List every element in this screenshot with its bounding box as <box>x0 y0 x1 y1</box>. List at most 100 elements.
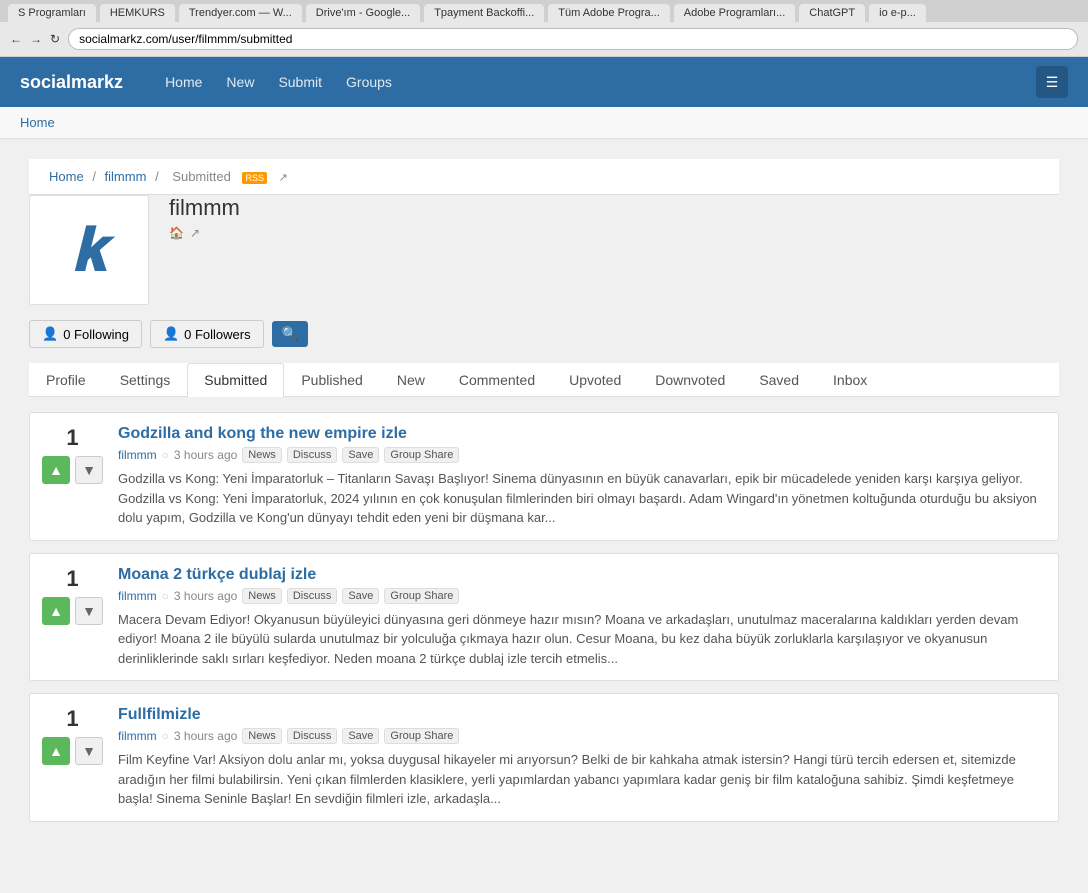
vote-buttons-1: ▲ ▼ <box>42 456 103 484</box>
upvote-3[interactable]: ▲ <box>42 737 70 765</box>
post-excerpt-3: Film Keyfine Var! Aksiyon dolu anlar mı,… <box>118 750 1046 809</box>
post-body-3: Fullfilmizle filmmm ○ 3 hours ago News D… <box>118 706 1046 809</box>
post-item-3: 1 ▲ ▼ Fullfilmizle filmmm ○ 3 hours ago … <box>29 693 1059 822</box>
avatar-logo: 𝐤 <box>72 215 106 285</box>
page-content: Home / filmmm / Submitted RSS ↗ 𝐤 filmmm… <box>9 139 1079 854</box>
profile-external-icon[interactable]: ↗ <box>190 226 200 240</box>
browser-bar: ← → ↻ <box>0 22 1088 57</box>
nav-groups[interactable]: Groups <box>334 57 404 107</box>
post-item: 1 ▲ ▼ Godzilla and kong the new empire i… <box>29 412 1059 541</box>
upvote-2[interactable]: ▲ <box>42 597 70 625</box>
nav-new[interactable]: New <box>214 57 266 107</box>
post-title-2[interactable]: Moana 2 türkçe dublaj izle <box>118 566 1046 584</box>
vote-count-2: 1 <box>66 566 78 592</box>
post-category-1[interactable]: News <box>242 447 282 463</box>
tab-submitted[interactable]: Submitted <box>187 363 284 397</box>
url-bar[interactable] <box>68 28 1078 50</box>
breadcrumb-page-home[interactable]: Home <box>49 169 84 184</box>
post-discuss-2[interactable]: Discuss <box>287 588 338 604</box>
tab-tpayment[interactable]: Tpayment Backoffi... <box>424 4 544 22</box>
post-group-2[interactable]: Group Share <box>384 588 459 604</box>
vote-count-3: 1 <box>66 706 78 732</box>
following-button[interactable]: 👤 0 Following <box>29 320 142 348</box>
profile-info: filmmm 🏠 ↗ <box>169 195 240 240</box>
search-button[interactable]: 🔍 <box>272 321 309 347</box>
top-nav: socialmarkz Home New Submit Groups ☰ <box>0 57 1088 107</box>
upvote-1[interactable]: ▲ <box>42 456 70 484</box>
post-meta-2: filmmm ○ 3 hours ago News Discuss Save G… <box>118 588 1046 604</box>
post-author-2[interactable]: filmmm <box>118 589 157 603</box>
external-link-icon[interactable]: ↗ <box>279 172 288 184</box>
post-meta-1: filmmm ○ 3 hours ago News Discuss Save G… <box>118 447 1046 463</box>
tab-io[interactable]: io e-p... <box>869 4 926 22</box>
tab-downvoted[interactable]: Downvoted <box>638 363 742 396</box>
vote-box-3: 1 ▲ ▼ <box>42 706 103 765</box>
vote-box-2: 1 ▲ ▼ <box>42 566 103 625</box>
tab-new[interactable]: New <box>380 363 442 396</box>
vote-count-1: 1 <box>66 425 78 451</box>
post-category-3[interactable]: News <box>242 728 282 744</box>
post-discuss-1[interactable]: Discuss <box>287 447 338 463</box>
breadcrumb-home-link[interactable]: Home <box>20 115 55 130</box>
tab-profile[interactable]: Profile <box>29 363 103 396</box>
profile-home-icon[interactable]: 🏠 <box>169 226 184 240</box>
tab-saved[interactable]: Saved <box>742 363 816 396</box>
rss-icon[interactable]: RSS <box>242 172 267 184</box>
followers-button[interactable]: 👤 0 Followers <box>150 320 264 348</box>
tab-chatgpt[interactable]: ChatGPT <box>799 4 865 22</box>
post-author-3[interactable]: filmmm <box>118 729 157 743</box>
post-time-1: 3 hours ago <box>174 448 237 462</box>
post-group-3[interactable]: Group Share <box>384 728 459 744</box>
tab-adobe-all[interactable]: Tüm Adobe Progra... <box>548 4 670 22</box>
refresh-icon[interactable]: ↻ <box>50 32 60 46</box>
post-time-3: 3 hours ago <box>174 729 237 743</box>
profile-links: 🏠 ↗ <box>169 226 240 240</box>
browser-tabs: S Programları HEMKURS Trendyer.com — W..… <box>0 0 1088 22</box>
tab-settings[interactable]: Settings <box>103 363 188 396</box>
forward-icon[interactable]: → <box>30 32 42 46</box>
followers-label: 0 Followers <box>184 327 250 342</box>
post-excerpt-2: Macera Devam Ediyor! Okyanusun büyüleyic… <box>118 610 1046 669</box>
post-title-1[interactable]: Godzilla and kong the new empire izle <box>118 425 1046 443</box>
following-label: 0 Following <box>63 327 129 342</box>
vote-buttons-2: ▲ ▼ <box>42 597 103 625</box>
downvote-2[interactable]: ▼ <box>75 597 103 625</box>
tab-inbox[interactable]: Inbox <box>816 363 884 396</box>
post-save-2[interactable]: Save <box>342 588 379 604</box>
follow-bar: 👤 0 Following 👤 0 Followers 🔍 <box>29 320 1059 348</box>
tab-upvoted[interactable]: Upvoted <box>552 363 638 396</box>
profile-username: filmmm <box>169 195 240 221</box>
post-save-1[interactable]: Save <box>342 447 379 463</box>
downvote-3[interactable]: ▼ <box>75 737 103 765</box>
followers-icon: 👤 <box>163 326 179 342</box>
profile-tabs: Profile Settings Submitted Published New… <box>29 363 1059 397</box>
post-author-1[interactable]: filmmm <box>118 448 157 462</box>
tab-trendyer[interactable]: Trendyer.com — W... <box>179 4 302 22</box>
tab-published[interactable]: Published <box>284 363 380 396</box>
posts-list: 1 ▲ ▼ Godzilla and kong the new empire i… <box>29 412 1059 822</box>
tab-adobe[interactable]: Adobe Programları... <box>674 4 796 22</box>
post-title-3[interactable]: Fullfilmizle <box>118 706 1046 724</box>
breadcrumb-page-user[interactable]: filmmm <box>105 169 147 184</box>
post-save-3[interactable]: Save <box>342 728 379 744</box>
downvote-1[interactable]: ▼ <box>75 456 103 484</box>
post-category-2[interactable]: News <box>242 588 282 604</box>
user-menu-icon[interactable]: ☰ <box>1036 66 1068 98</box>
tab-drive[interactable]: Drive'ım - Google... <box>306 4 420 22</box>
nav-submit[interactable]: Submit <box>266 57 334 107</box>
back-icon[interactable]: ← <box>10 32 22 46</box>
vote-box-1: 1 ▲ ▼ <box>42 425 103 484</box>
tab-hemkurs[interactable]: HEMKURS <box>100 4 175 22</box>
search-icon: 🔍 <box>282 326 299 341</box>
post-discuss-3[interactable]: Discuss <box>287 728 338 744</box>
breadcrumb-bar: Home <box>0 107 1088 139</box>
breadcrumb-page: Home / filmmm / Submitted RSS ↗ <box>29 159 1059 195</box>
post-body-2: Moana 2 türkçe dublaj izle filmmm ○ 3 ho… <box>118 566 1046 669</box>
post-item-2: 1 ▲ ▼ Moana 2 türkçe dublaj izle filmmm … <box>29 553 1059 682</box>
tab-s-programlari[interactable]: S Programları <box>8 4 96 22</box>
nav-home[interactable]: Home <box>153 57 214 107</box>
tab-commented[interactable]: Commented <box>442 363 552 396</box>
post-group-1[interactable]: Group Share <box>384 447 459 463</box>
breadcrumb-sep-2: / <box>155 169 162 184</box>
post-excerpt-1: Godzilla vs Kong: Yeni İmparatorluk – Ti… <box>118 469 1046 528</box>
